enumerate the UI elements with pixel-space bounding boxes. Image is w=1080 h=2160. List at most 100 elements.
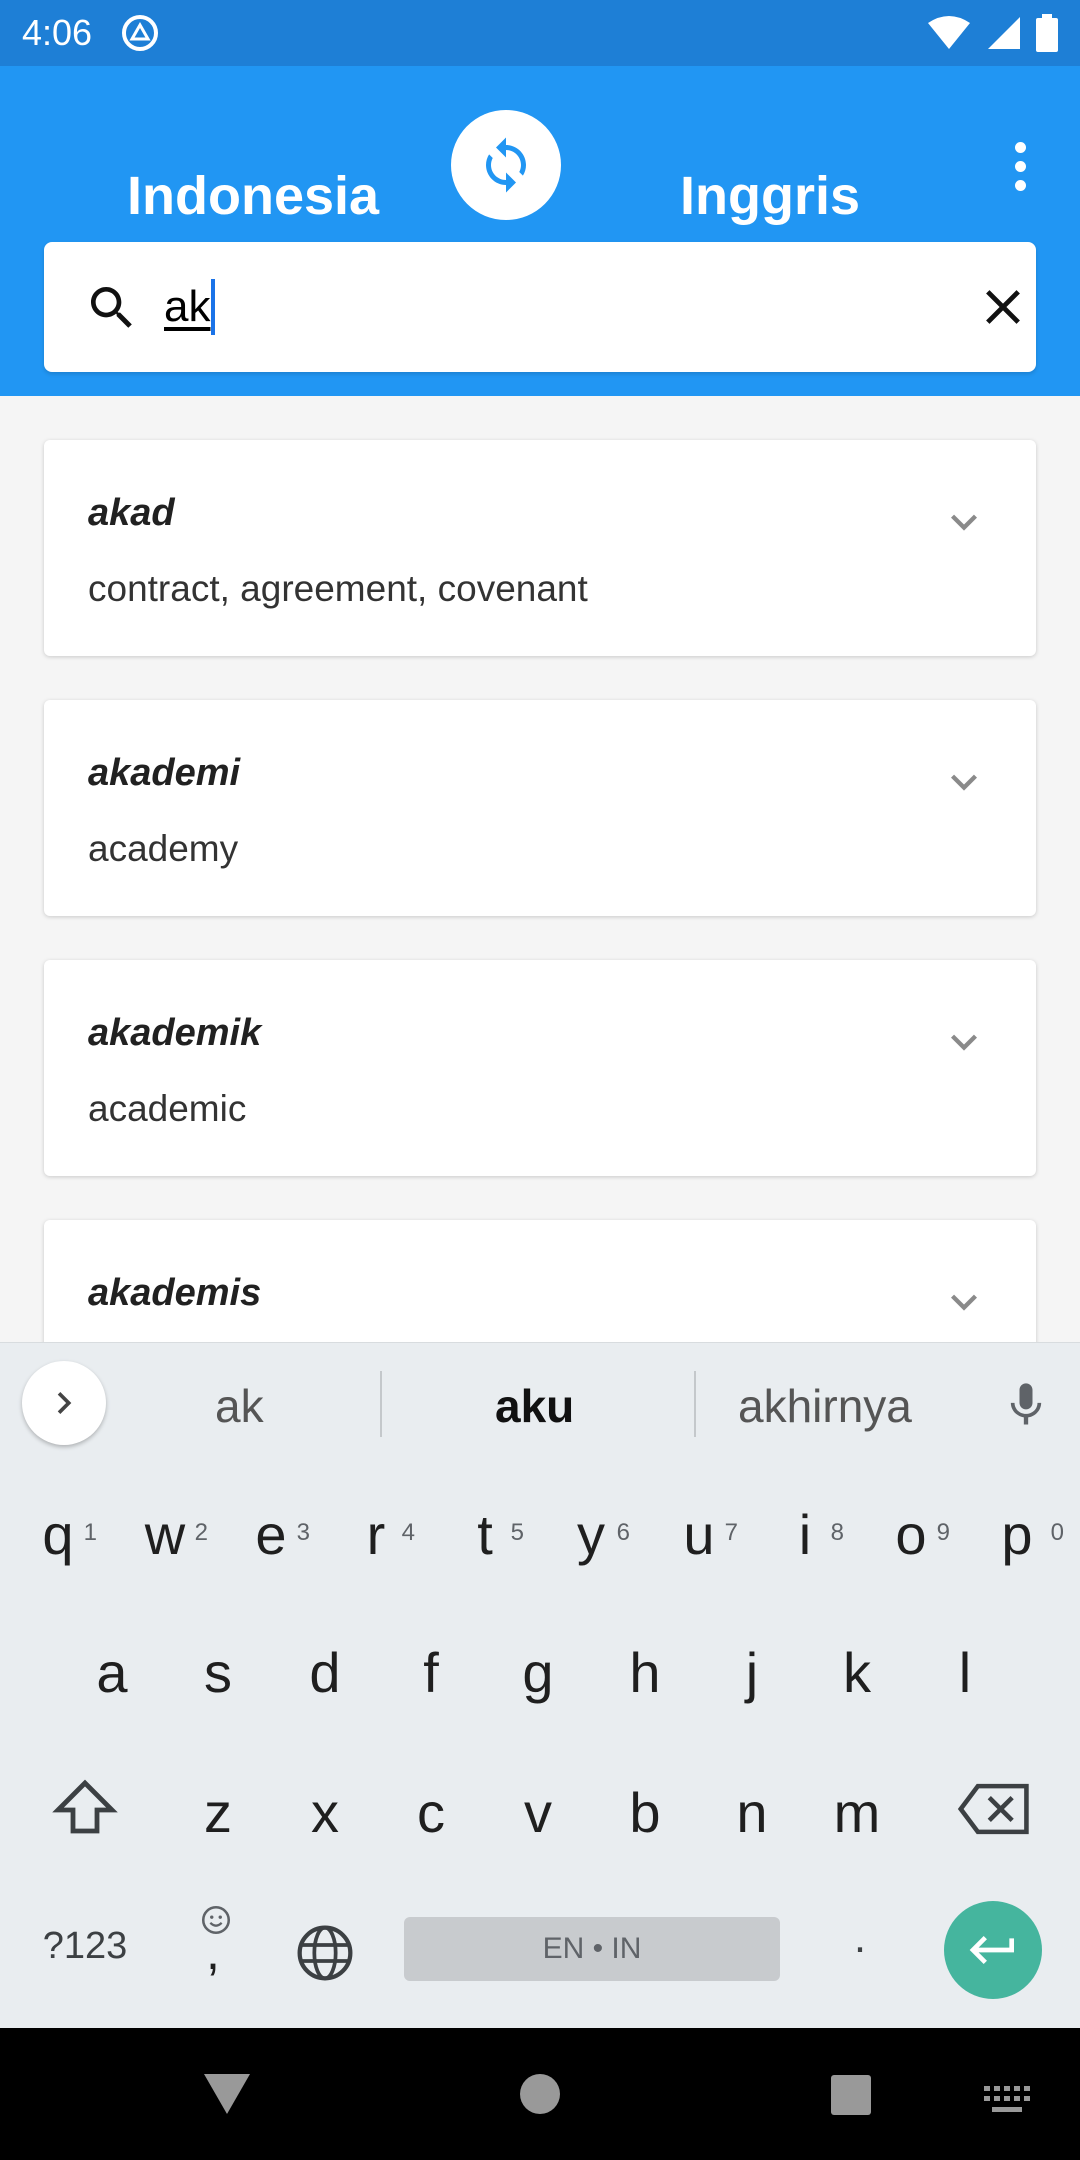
key-label: y bbox=[577, 1503, 605, 1566]
menu-dot bbox=[1014, 179, 1026, 191]
menu-dot bbox=[1014, 141, 1026, 153]
key-e[interactable]: e3 bbox=[226, 1485, 316, 1585]
key-label: u bbox=[683, 1503, 715, 1566]
key-label: t bbox=[477, 1503, 493, 1566]
result-card[interactable]: akademis bbox=[44, 1220, 1036, 1342]
key-hint: 8 bbox=[830, 1519, 844, 1546]
status-time: 4:06 bbox=[22, 12, 93, 53]
chevron-right-icon bbox=[57, 1392, 72, 1414]
key-a[interactable]: a bbox=[67, 1623, 157, 1723]
result-card[interactable]: akademi academy bbox=[44, 700, 1036, 916]
enter-icon bbox=[969, 1936, 1014, 1964]
key-d[interactable]: d bbox=[280, 1623, 370, 1723]
enter-key[interactable] bbox=[944, 1901, 1042, 1999]
key-b[interactable]: b bbox=[600, 1763, 690, 1863]
suggestion-divider bbox=[694, 1371, 696, 1437]
chevron-down-icon[interactable] bbox=[938, 1016, 990, 1068]
chevron-down-icon[interactable] bbox=[938, 496, 990, 548]
key-v[interactable]: v bbox=[493, 1763, 583, 1863]
key-label: c bbox=[417, 1781, 445, 1844]
key-f[interactable]: f bbox=[386, 1623, 476, 1723]
key-u[interactable]: u7 bbox=[654, 1485, 744, 1585]
signal-icon bbox=[988, 17, 1020, 49]
key-c[interactable]: c bbox=[386, 1763, 476, 1863]
key-y[interactable]: y6 bbox=[546, 1485, 636, 1585]
key-k[interactable]: k bbox=[812, 1623, 902, 1723]
backspace-icon bbox=[957, 1783, 1029, 1835]
spacebar[interactable]: EN • IN bbox=[404, 1917, 780, 1981]
shift-icon bbox=[52, 1779, 118, 1834]
key-n[interactable]: n bbox=[707, 1763, 797, 1863]
suggestion-strip: ak aku akhirnya bbox=[0, 1343, 1080, 1465]
wifi-icon bbox=[928, 16, 970, 49]
app-notification-icon bbox=[122, 15, 159, 51]
search-input[interactable]: ak bbox=[164, 272, 924, 342]
period-key[interactable]: . bbox=[830, 1913, 890, 1993]
key-label: x bbox=[311, 1781, 339, 1844]
app-header: Indonesia Inggris ak bbox=[0, 66, 1080, 396]
key-label: r bbox=[366, 1503, 386, 1566]
key-j[interactable]: j bbox=[707, 1623, 797, 1723]
backspace-key[interactable] bbox=[950, 1773, 1040, 1863]
result-meaning: academic bbox=[88, 1088, 247, 1129]
suggestion-1[interactable]: ak bbox=[215, 1379, 264, 1433]
clear-search-icon[interactable] bbox=[974, 278, 1032, 336]
key-z[interactable]: z bbox=[173, 1763, 263, 1863]
status-bar: 4:06 bbox=[0, 0, 1080, 66]
key-hint: 6 bbox=[616, 1519, 630, 1546]
suggestion-2[interactable]: aku bbox=[495, 1379, 574, 1433]
chevron-down-icon[interactable] bbox=[938, 756, 990, 808]
overflow-menu-button[interactable] bbox=[996, 136, 1044, 196]
result-card[interactable]: akademik academic bbox=[44, 960, 1036, 1176]
microphone-icon[interactable] bbox=[1000, 1379, 1052, 1431]
key-s[interactable]: s bbox=[173, 1623, 263, 1723]
recents-square-icon[interactable] bbox=[830, 2074, 872, 2116]
key-hint: 3 bbox=[296, 1519, 310, 1546]
key-h[interactable]: h bbox=[600, 1623, 690, 1723]
search-box[interactable]: ak bbox=[44, 242, 1036, 372]
emoji-comma-key[interactable]: , bbox=[186, 1903, 246, 1993]
result-meaning: academy bbox=[88, 828, 239, 869]
key-label: o bbox=[895, 1503, 927, 1566]
key-g[interactable]: g bbox=[493, 1623, 583, 1723]
key-label: a bbox=[96, 1641, 128, 1704]
result-card[interactable]: akad contract, agreement, covenant bbox=[44, 440, 1036, 656]
suggestion-3[interactable]: akhirnya bbox=[738, 1379, 912, 1433]
target-language-button[interactable]: Inggris bbox=[680, 165, 860, 227]
key-m[interactable]: m bbox=[812, 1763, 902, 1863]
result-word: akademik bbox=[88, 1012, 262, 1054]
suggestion-divider bbox=[380, 1371, 382, 1437]
key-i[interactable]: i8 bbox=[760, 1485, 850, 1585]
key-p[interactable]: p0 bbox=[972, 1485, 1064, 1585]
source-language-button[interactable]: Indonesia bbox=[127, 165, 379, 227]
globe-icon bbox=[297, 1925, 353, 1981]
language-key[interactable] bbox=[292, 1921, 358, 1987]
key-t[interactable]: t5 bbox=[440, 1485, 530, 1585]
swap-languages-button[interactable] bbox=[451, 110, 561, 220]
key-w[interactable]: w2 bbox=[120, 1485, 210, 1585]
key-label: e bbox=[255, 1503, 287, 1566]
text-caret bbox=[211, 279, 216, 335]
back-triangle-icon[interactable] bbox=[202, 2072, 252, 2116]
key-label: d bbox=[309, 1641, 341, 1704]
result-word: akademis bbox=[88, 1272, 262, 1314]
key-label: , bbox=[206, 1924, 220, 1980]
keyboard-switch-icon[interactable] bbox=[984, 2086, 1030, 2116]
key-label: b bbox=[629, 1781, 661, 1844]
key-q[interactable]: q1 bbox=[13, 1485, 103, 1585]
key-label: z bbox=[204, 1781, 232, 1844]
key-l[interactable]: l bbox=[920, 1623, 1010, 1723]
key-r[interactable]: r4 bbox=[331, 1485, 421, 1585]
chevron-down-icon[interactable] bbox=[938, 1276, 990, 1328]
key-hint: 5 bbox=[510, 1519, 524, 1546]
key-label: g bbox=[522, 1641, 554, 1704]
key-label: s bbox=[204, 1641, 232, 1704]
shift-key[interactable] bbox=[40, 1771, 130, 1861]
symbols-key[interactable]: ?123 bbox=[30, 1925, 140, 1985]
key-label: p bbox=[1001, 1503, 1033, 1566]
key-x[interactable]: x bbox=[280, 1763, 370, 1863]
key-label: f bbox=[423, 1641, 439, 1704]
key-o[interactable]: o9 bbox=[866, 1485, 956, 1585]
expand-toolbar-button[interactable] bbox=[22, 1361, 106, 1445]
home-circle-icon[interactable] bbox=[518, 2072, 562, 2116]
